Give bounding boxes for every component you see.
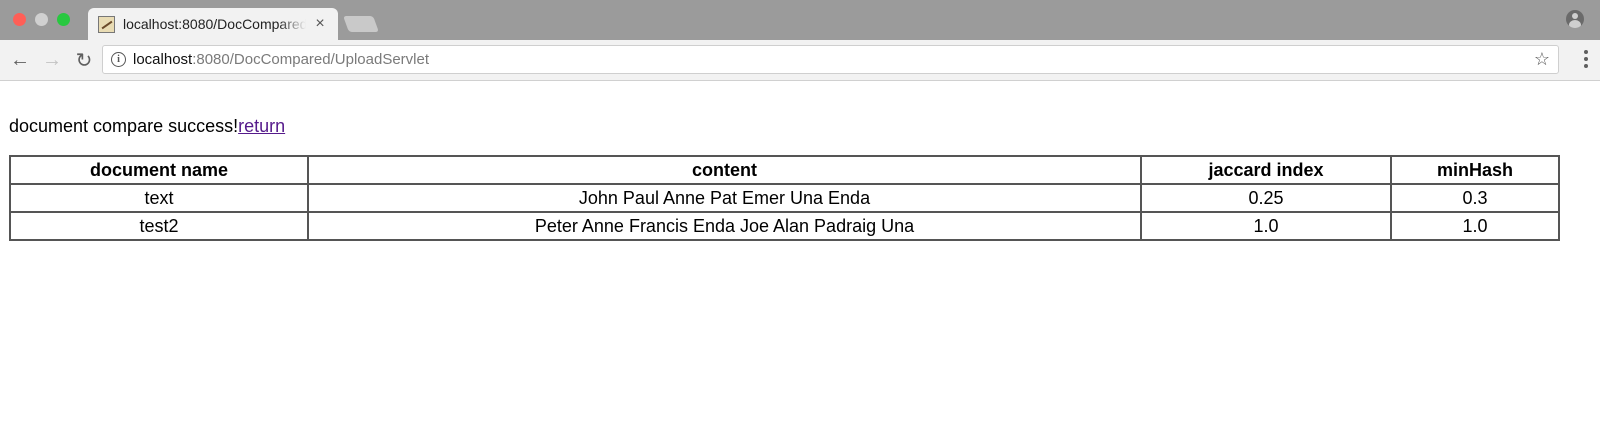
header-content: content [307, 155, 1142, 185]
new-tab-button[interactable] [343, 16, 379, 32]
header-jaccard-index: jaccard index [1140, 155, 1392, 185]
browser-chrome: localhost:8080/DocCompared/UploadServlet… [0, 0, 1600, 81]
address-bar[interactable]: i localhost:8080/DocCompared/UploadServl… [102, 45, 1559, 74]
url-path: :8080/DocCompared/UploadServlet [192, 51, 430, 68]
cell-jaccard-index: 0.25 [1140, 183, 1392, 213]
info-icon[interactable]: i [111, 52, 126, 67]
cell-content: John Paul Anne Pat Emer Una Enda [307, 183, 1142, 213]
cell-minhash: 1.0 [1390, 211, 1560, 241]
cell-content: Peter Anne Francis Enda Joe Alan Padraig… [307, 211, 1142, 241]
header-minhash: minHash [1390, 155, 1560, 185]
url-text[interactable]: localhost:8080/DocCompared/UploadServlet [133, 51, 1534, 68]
cell-jaccard-index: 1.0 [1140, 211, 1392, 241]
cell-document-name: text [9, 183, 309, 213]
tab-strip: localhost:8080/DocCompared/UploadServlet… [0, 0, 1600, 40]
tab-title: localhost:8080/DocCompared/UploadServlet [123, 16, 306, 32]
star-icon[interactable]: ☆ [1534, 49, 1550, 70]
cell-document-name: test2 [9, 211, 309, 241]
profile-icon[interactable] [1566, 10, 1584, 28]
window-controls [13, 13, 70, 26]
url-host: localhost [133, 51, 193, 68]
browser-toolbar: ← → ↻ i localhost:8080/DocCompared/Uploa… [0, 40, 1600, 81]
return-link[interactable]: return [238, 116, 285, 136]
menu-icon[interactable] [1584, 50, 1588, 68]
results-table: document name content jaccard index minH… [9, 155, 1560, 241]
tab-close-icon[interactable]: × [312, 15, 328, 33]
table-header-row: document name content jaccard index minH… [9, 155, 1560, 185]
table-row: test2 Peter Anne Francis Enda Joe Alan P… [9, 211, 1560, 241]
page-content: document compare success!return document… [0, 115, 1600, 241]
minimize-window-button[interactable] [35, 13, 48, 26]
table-row: text John Paul Anne Pat Emer Una Enda 0.… [9, 183, 1560, 213]
status-message: document compare success!return [9, 115, 1591, 137]
back-icon[interactable]: ← [8, 48, 32, 72]
header-document-name: document name [9, 155, 309, 185]
success-text: document compare success! [9, 116, 239, 136]
zoom-window-button[interactable] [57, 13, 70, 26]
active-tab[interactable]: localhost:8080/DocCompared/UploadServlet… [88, 8, 338, 40]
favicon-icon [98, 15, 115, 33]
close-window-button[interactable] [13, 13, 26, 26]
reload-icon[interactable]: ↻ [72, 48, 96, 72]
cell-minhash: 0.3 [1390, 183, 1560, 213]
forward-icon[interactable]: → [40, 48, 64, 72]
